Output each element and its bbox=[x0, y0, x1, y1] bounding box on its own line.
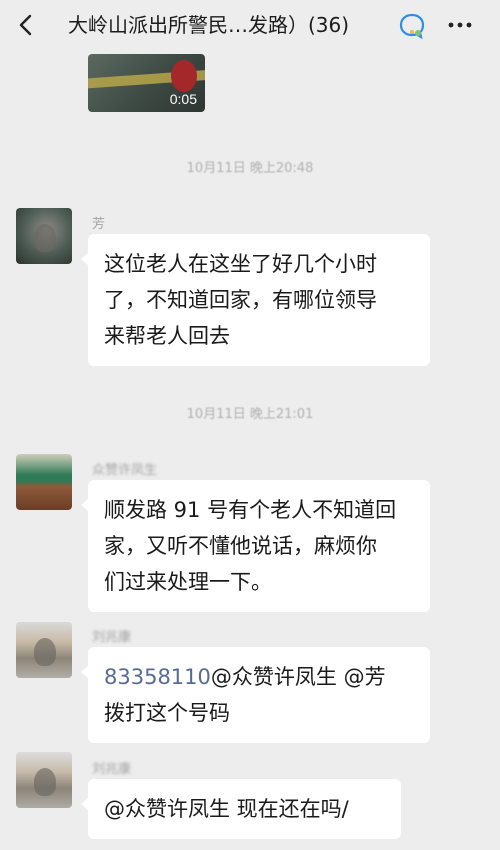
message-line: 了，不知道回家，有哪位领导 bbox=[104, 288, 377, 312]
message-timestamp: 10月11日 晚上20:48 bbox=[186, 161, 314, 176]
message-line: 这位老人在这坐了好几个小时 bbox=[104, 252, 377, 276]
message-line: 83358110@众赞许凤生 @芳 bbox=[104, 659, 414, 695]
message-line: 家，又听不懂他说话，麻烦你 bbox=[104, 534, 377, 558]
video-frame-detail bbox=[171, 60, 197, 92]
phone-number-link[interactable]: 83358110 bbox=[104, 665, 211, 689]
chevron-left-icon[interactable] bbox=[14, 12, 40, 38]
message-line: 们过来处理一下。 bbox=[104, 570, 272, 594]
message-line: 顺发路 91 号有个老人不知道回 bbox=[104, 498, 397, 522]
message-line: @众赞许凤生 现在还在吗/ bbox=[104, 797, 349, 821]
message-timestamp: 10月11日 晚上21:01 bbox=[186, 407, 314, 422]
video-message[interactable]: 0:05 bbox=[88, 54, 205, 112]
avatar[interactable] bbox=[16, 752, 72, 808]
message-bubble[interactable]: 83358110@众赞许凤生 @芳 拨打这个号码 bbox=[81, 647, 430, 743]
sender-name: 刘兆康 bbox=[92, 762, 132, 777]
message-bubble[interactable]: 顺发路 91 号有个老人不知道回 家，又听不懂他说话，麻烦你 们过来处理一下。 bbox=[81, 480, 430, 612]
chat-title: 大岭山派出所警民…发路）(36) bbox=[68, 13, 350, 37]
sender-name: 众赞许凤生 bbox=[92, 463, 158, 478]
avatar[interactable] bbox=[16, 208, 72, 264]
sender-name: 芳 bbox=[92, 217, 106, 232]
avatar-figure bbox=[34, 224, 56, 252]
message-line: 拨打这个号码 bbox=[104, 701, 230, 725]
more-dots-icon[interactable] bbox=[446, 14, 474, 36]
avatar-figure bbox=[34, 638, 56, 666]
message-bubble[interactable]: @众赞许凤生 现在还在吗/ bbox=[81, 779, 401, 839]
avatar-figure bbox=[34, 768, 56, 796]
avatar[interactable] bbox=[16, 622, 72, 678]
video-duration: 0:05 bbox=[169, 91, 197, 107]
message-bubble[interactable]: 这位老人在这坐了好几个小时 了，不知道回家，有哪位领导 来帮老人回去 bbox=[81, 234, 430, 366]
avatar[interactable] bbox=[16, 454, 72, 510]
chat-bubble-icon[interactable] bbox=[398, 12, 426, 40]
chat-header: 大岭山派出所警民…发路）(36) bbox=[0, 0, 500, 50]
message-line: 来帮老人回去 bbox=[104, 324, 230, 348]
sender-name: 刘兆康 bbox=[92, 630, 132, 645]
message-mentions: @众赞许凤生 @芳 bbox=[210, 665, 386, 689]
